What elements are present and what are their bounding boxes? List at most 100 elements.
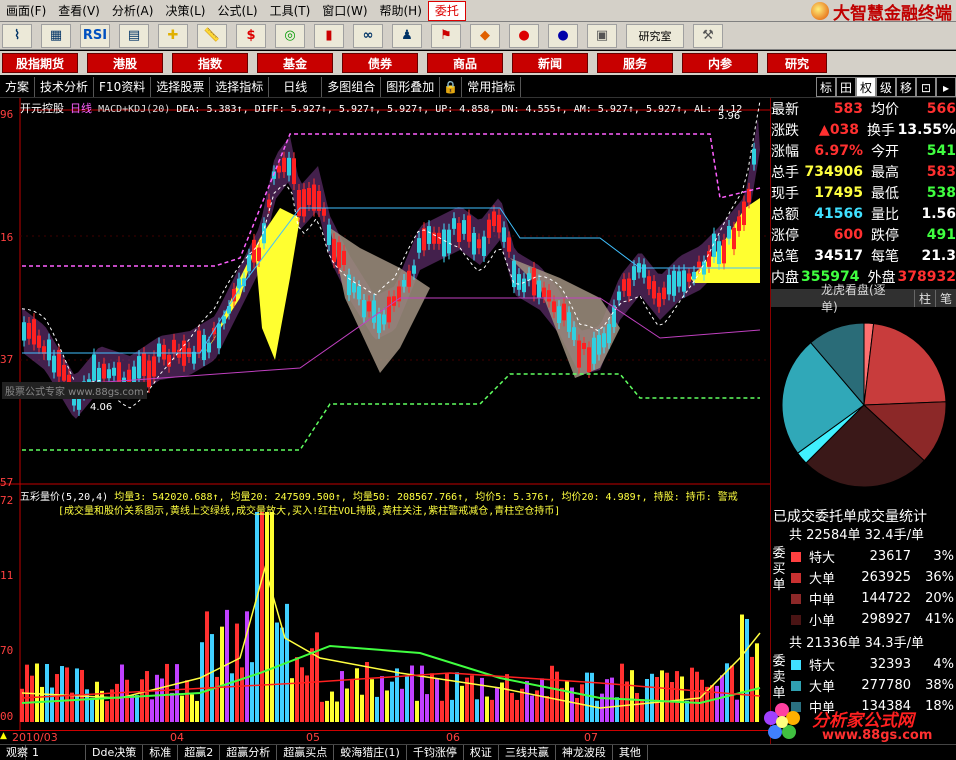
func-tech-analysis[interactable]: 技术分析 bbox=[35, 76, 95, 97]
crosshair-icon[interactable]: ✚ bbox=[158, 23, 188, 48]
table-icon[interactable]: ▤ bbox=[119, 23, 149, 48]
research-button[interactable]: 研究室 bbox=[626, 23, 684, 48]
func-common-indicator[interactable]: 常用指标 bbox=[462, 76, 522, 97]
arrow-right-icon[interactable]: ▸ bbox=[936, 76, 956, 97]
volume-bar bbox=[475, 699, 479, 722]
func-select-stock[interactable]: 选择股票 bbox=[151, 76, 211, 97]
volume-bar bbox=[180, 695, 184, 722]
volume-bar bbox=[505, 674, 509, 722]
lhk-bar-button[interactable]: 柱 bbox=[913, 289, 935, 307]
candle-body bbox=[662, 287, 666, 300]
chart-area[interactable]: 开元控股 日线 MACD+KDJ(20) DEA: 5.383↑, DIFF: … bbox=[0, 98, 770, 744]
bottom-tab[interactable]: 超赢分析 bbox=[220, 744, 278, 760]
candle-body bbox=[92, 354, 96, 381]
volume-bar bbox=[355, 668, 359, 722]
bottom-tab[interactable]: 观察 bbox=[0, 744, 28, 760]
menu-view[interactable]: 查看(V) bbox=[52, 0, 106, 22]
func-f10[interactable]: F10资料 bbox=[94, 76, 152, 97]
menu-tools[interactable]: 工具(T) bbox=[264, 0, 317, 22]
nav-stock-futures[interactable]: 股指期货 bbox=[2, 53, 78, 73]
globe-red-icon[interactable]: ● bbox=[509, 23, 539, 48]
func-multi-chart[interactable]: 多图组合 bbox=[322, 76, 382, 97]
bottom-tab[interactable]: 超赢2 bbox=[178, 744, 221, 760]
volume-bar bbox=[50, 687, 54, 722]
globe-blue-icon[interactable]: ● bbox=[548, 23, 578, 48]
buy-order-head: 共 22584单 32.4手/单 bbox=[789, 528, 924, 543]
bottom-tab[interactable]: 权证 bbox=[464, 744, 499, 760]
candle-body bbox=[607, 324, 611, 344]
volume-label-top: 72 bbox=[0, 494, 14, 507]
nav-insider[interactable]: 内参 bbox=[682, 53, 758, 73]
tab-move[interactable]: 移 bbox=[896, 76, 916, 97]
axis-start-icon: ▲ bbox=[0, 731, 7, 741]
quote-value: 17495 bbox=[814, 184, 863, 201]
menu-decision[interactable]: 决策(L) bbox=[159, 0, 211, 22]
lhk-stroke-button[interactable]: 笔 bbox=[934, 289, 956, 307]
candle-body bbox=[37, 335, 41, 348]
func-overlay[interactable]: 图形叠加 bbox=[381, 76, 441, 97]
dollar-icon[interactable]: $ bbox=[236, 23, 266, 48]
grid-chart-icon[interactable]: ▦ bbox=[41, 23, 71, 48]
lock-icon[interactable]: 🔒 bbox=[440, 76, 463, 97]
volume-bar bbox=[450, 699, 454, 722]
volume-bar bbox=[575, 697, 579, 722]
menu-formula[interactable]: 公式(L) bbox=[212, 0, 264, 22]
tab-rights[interactable]: 权 bbox=[856, 76, 876, 97]
tab-mark[interactable]: 标 bbox=[816, 76, 836, 97]
candle-body bbox=[137, 356, 141, 379]
bottom-tab[interactable]: 蛟海猎庄(1) bbox=[334, 744, 407, 760]
candle-body bbox=[512, 260, 516, 288]
bottom-tab[interactable]: 三线共赢 bbox=[499, 744, 556, 760]
disk-icon[interactable]: ▣ bbox=[587, 23, 617, 48]
menu-window[interactable]: 窗口(W) bbox=[316, 0, 373, 22]
glasses-icon[interactable]: ◎ bbox=[275, 23, 305, 48]
volume-bar bbox=[430, 673, 434, 722]
nav-hk-stocks[interactable]: 港股 bbox=[87, 53, 163, 73]
menu-trade[interactable]: 委托 bbox=[427, 0, 466, 21]
nav-service[interactable]: 服务 bbox=[597, 53, 673, 73]
func-scheme[interactable]: 方案 bbox=[0, 76, 36, 97]
func-select-indicator[interactable]: 选择指标 bbox=[210, 76, 270, 97]
volume-bar bbox=[195, 700, 199, 722]
ruler-icon[interactable]: 📏 bbox=[197, 23, 227, 48]
rsi-button[interactable]: RSI bbox=[80, 23, 110, 48]
volume-bar bbox=[205, 611, 209, 722]
trend-chart-icon[interactable]: ⌇ bbox=[2, 23, 32, 48]
bottom-tab[interactable]: 1 bbox=[26, 744, 86, 760]
nav-bond[interactable]: 债券 bbox=[342, 53, 418, 73]
nav-commodity[interactable]: 商品 bbox=[427, 53, 503, 73]
tab-grid[interactable]: 田 bbox=[836, 76, 856, 97]
binoculars-icon[interactable]: ∞ bbox=[353, 23, 383, 48]
menu-screen[interactable]: 画面(F) bbox=[0, 0, 52, 22]
candle-body bbox=[32, 319, 36, 345]
candle-body bbox=[417, 238, 421, 253]
bottom-tab[interactable]: 千钧涨停 bbox=[407, 744, 464, 760]
order-pie-chart bbox=[781, 322, 947, 488]
nav-news[interactable]: 新闻 bbox=[512, 53, 588, 73]
volume-bar bbox=[710, 685, 714, 722]
nav-index[interactable]: 指数 bbox=[172, 53, 248, 73]
nav-fund[interactable]: 基金 bbox=[257, 53, 333, 73]
volume-bar bbox=[250, 662, 254, 722]
bottom-tab[interactable]: 标准 bbox=[143, 744, 179, 760]
volume-bar bbox=[615, 697, 619, 722]
color-swatch bbox=[791, 659, 801, 670]
bottom-tab[interactable]: 神龙波段 bbox=[556, 744, 613, 760]
date-label-1: 2010/03 bbox=[12, 731, 58, 744]
expand-icon[interactable]: ⊡ bbox=[916, 76, 936, 97]
candle-body bbox=[282, 157, 286, 173]
tab-level[interactable]: 级 bbox=[876, 76, 896, 97]
func-daily[interactable]: 日线 bbox=[269, 76, 323, 97]
nav-research[interactable]: 研究 bbox=[767, 53, 827, 73]
bottom-tab[interactable]: 超赢买点 bbox=[277, 744, 335, 760]
people-icon[interactable]: ♟ bbox=[392, 23, 422, 48]
bottom-tab[interactable]: 其他 bbox=[613, 744, 648, 760]
tools-icon[interactable]: ⚒ bbox=[693, 23, 723, 48]
diamond-icon[interactable]: ◆ bbox=[470, 23, 500, 48]
flag-icon[interactable]: ⚑ bbox=[431, 23, 461, 48]
bottom-tab[interactable]: Dde决策 bbox=[86, 744, 144, 760]
bars-icon[interactable]: ▮ bbox=[314, 23, 344, 48]
menu-help[interactable]: 帮助(H) bbox=[374, 0, 428, 22]
menu-analysis[interactable]: 分析(A) bbox=[106, 0, 160, 22]
chart-canvas[interactable] bbox=[0, 98, 770, 744]
